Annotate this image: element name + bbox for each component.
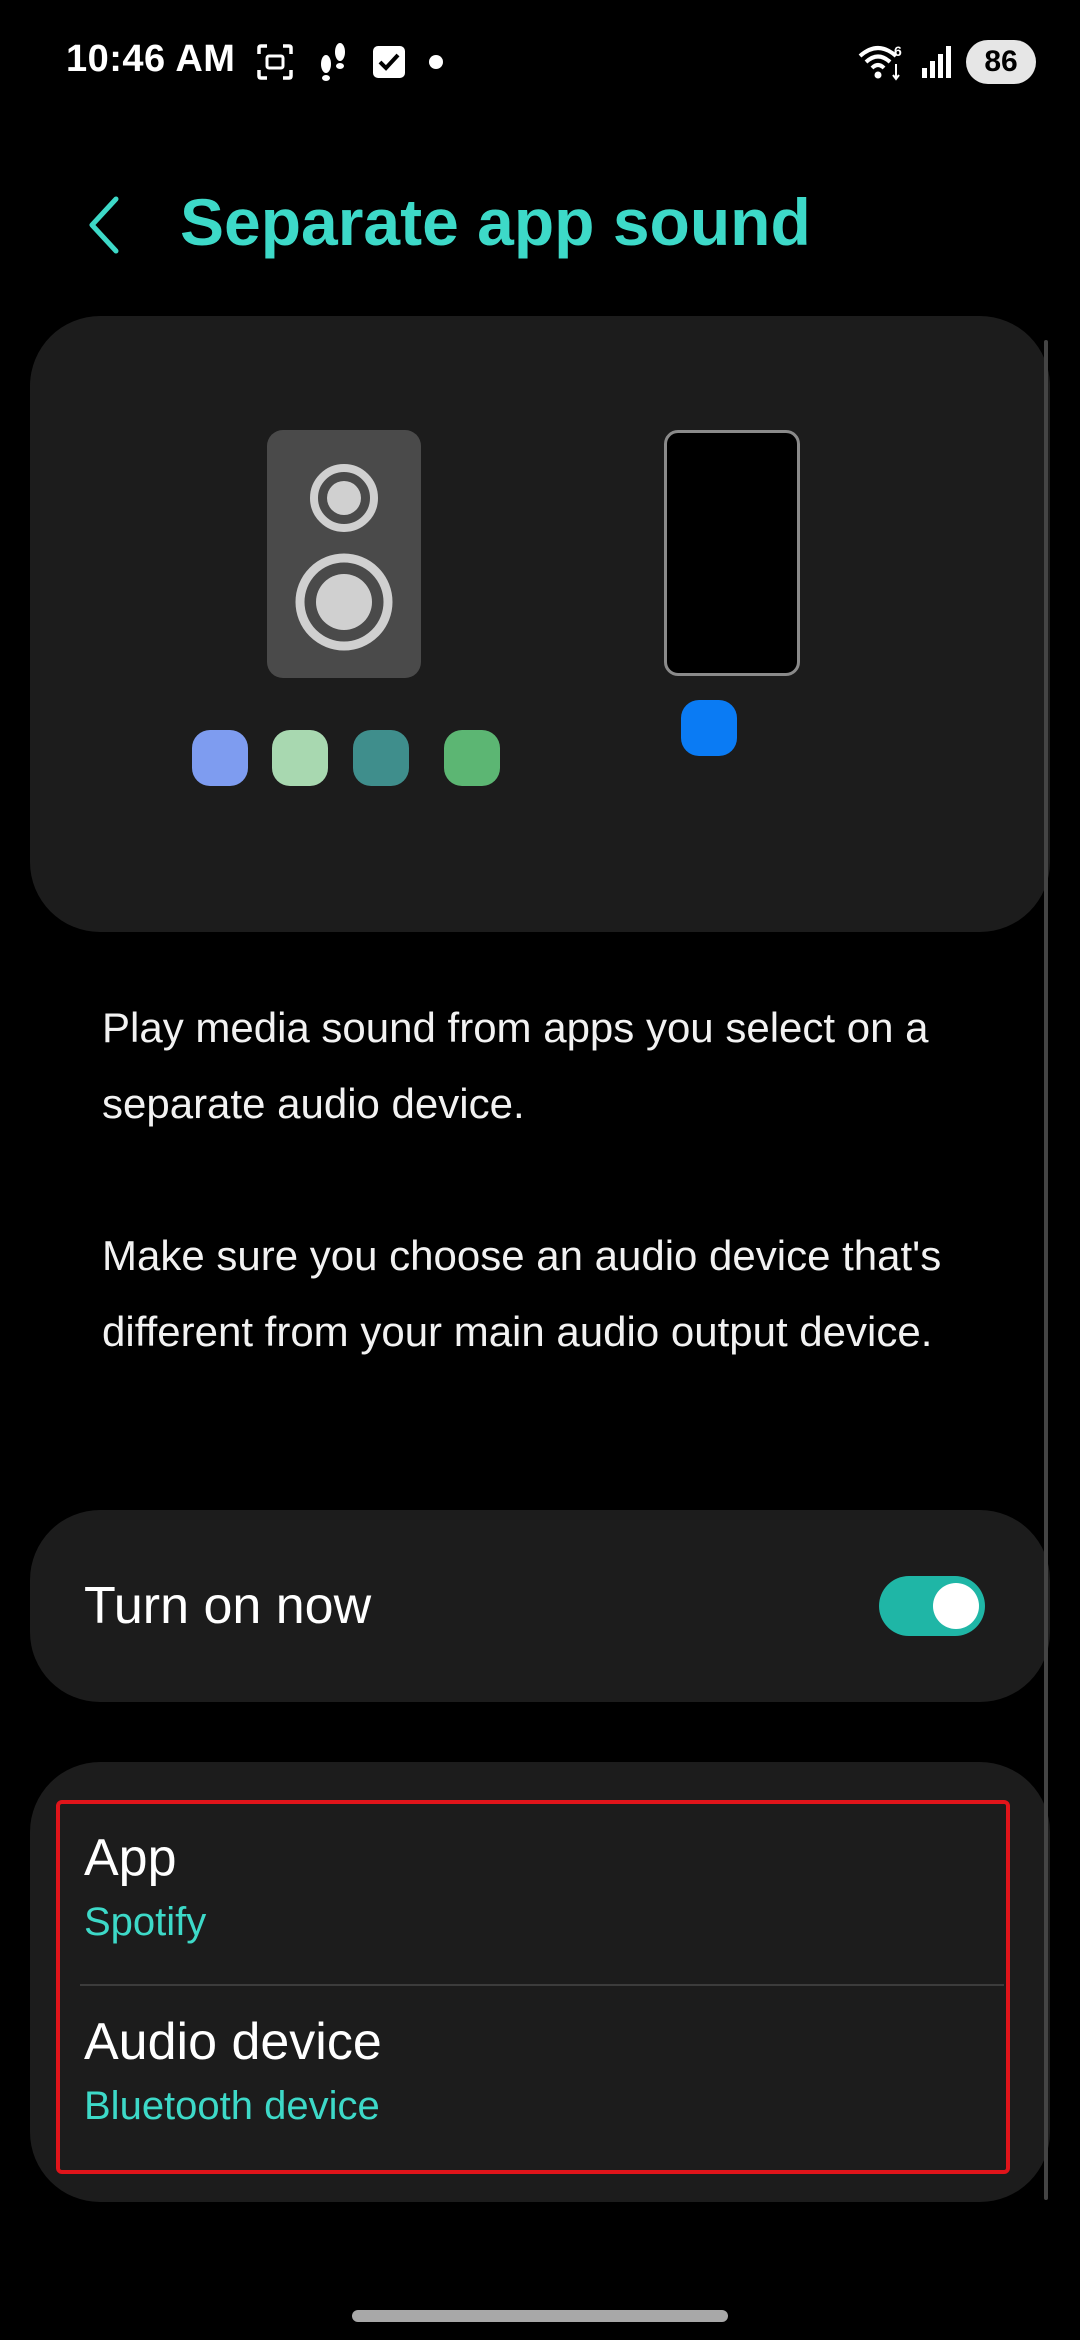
highlight-box (56, 1800, 1010, 2174)
settings-card: App Spotify Audio device Bluetooth devic… (30, 1762, 1050, 2202)
turn-on-now-row[interactable]: Turn on now (30, 1510, 1050, 1702)
speaker-app-icon-3 (353, 730, 409, 786)
speaker-icon (295, 464, 393, 651)
illustration-card (30, 316, 1050, 932)
home-indicator[interactable] (352, 2310, 728, 2322)
scrollbar[interactable] (1044, 340, 1048, 2200)
signal-icon (922, 46, 951, 78)
speaker-illustration (267, 430, 421, 678)
speaker-app-icon-1 (192, 730, 248, 786)
status-icons-right: 6 86 (856, 38, 1036, 86)
speaker-app-icon-4 (444, 730, 500, 786)
wifi-icon: 6 (858, 43, 902, 81)
chevron-left-icon (89, 196, 119, 254)
turn-on-now-label: Turn on now (84, 1577, 372, 1635)
status-bar: 10:46 AM 6 86 (0, 0, 1080, 130)
dot-icon (429, 55, 443, 69)
speaker-app-icon-2 (272, 730, 328, 786)
battery-indicator: 86 (966, 40, 1036, 84)
description-paragraph-2: Make sure you choose an audio device tha… (102, 1232, 942, 1355)
page-title: Separate app sound (180, 185, 811, 259)
phone-app-icon (681, 700, 737, 756)
screen-capture-icon (257, 44, 293, 80)
footsteps-icon (321, 43, 345, 81)
phone-illustration (664, 430, 800, 676)
description-paragraph-1: Play media sound from apps you select on… (102, 1004, 929, 1127)
checkbox-icon (373, 46, 405, 78)
wifi-badge: 6 (894, 43, 902, 59)
switch-knob (933, 1583, 979, 1629)
status-time: 10:46 AM (66, 38, 236, 80)
back-button[interactable] (72, 190, 136, 260)
status-icons-left (256, 42, 444, 82)
description: Play media sound from apps you select on… (102, 990, 1002, 1446)
header: Separate app sound (0, 170, 1080, 280)
turn-on-now-switch[interactable] (879, 1576, 985, 1636)
